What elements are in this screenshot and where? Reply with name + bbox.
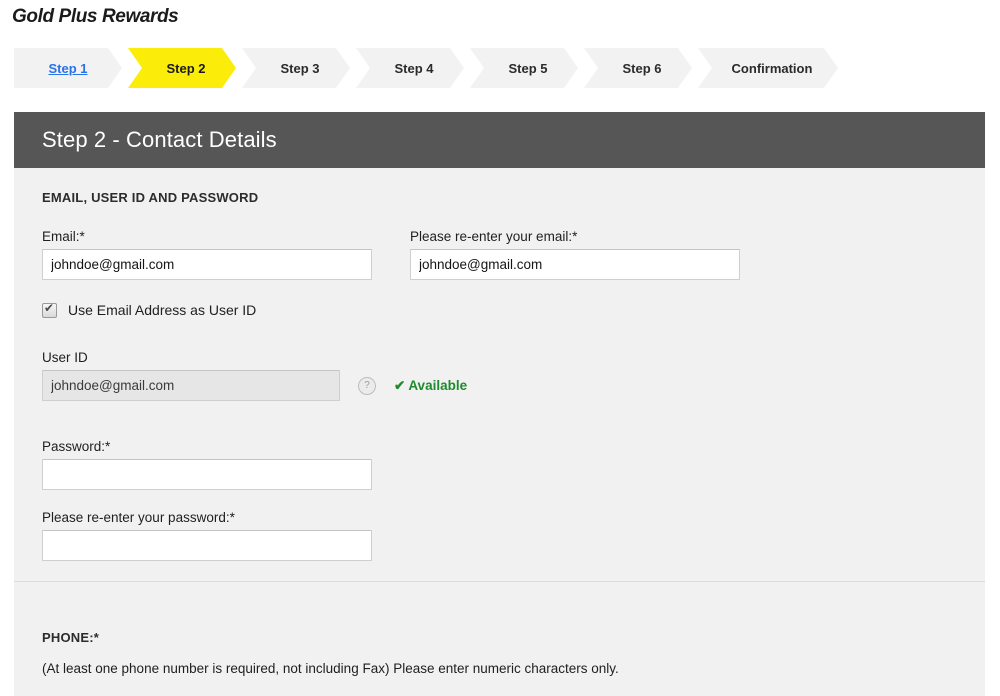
step-nav-item-5[interactable]: Step 5 (470, 48, 578, 88)
phone-section: PHONE:* (At least one phone number is re… (14, 581, 985, 696)
panel-header-title: Step 2 - Contact Details (14, 112, 985, 168)
user-id-group: User ID ? ✔Available (42, 350, 985, 401)
step-nav-label: Step 3 (280, 60, 320, 76)
password-confirm-input[interactable] (42, 530, 372, 561)
step-nav-item-confirmation[interactable]: Confirmation (698, 48, 838, 88)
step-nav-label: Step 4 (394, 60, 434, 76)
password-confirm-group: Please re-enter your password:* (42, 510, 985, 561)
user-id-availability-status: ✔ Available (394, 378, 467, 394)
user-id-line: ? ✔Available (42, 370, 985, 401)
password-confirm-label: Please re-enter your password:* (42, 510, 235, 525)
checkbox-checked-icon[interactable] (42, 301, 57, 318)
user-id-label: User ID (42, 350, 88, 365)
email-field-group: Email:* (42, 229, 390, 280)
question-mark-icon[interactable]: ? (358, 376, 376, 395)
step-nav-label: Step 2 (166, 60, 206, 76)
step-nav-item-1[interactable]: Step 1 (14, 48, 122, 88)
email-row: Email:* Please re-enter your email:* (42, 229, 985, 280)
password-label: Password:* (42, 439, 111, 454)
step-nav-item-3[interactable]: Step 3 (242, 48, 350, 88)
email-section: EMAIL, USER ID AND PASSWORD Email:* Plea… (14, 168, 985, 581)
email-input[interactable] (42, 249, 372, 280)
step-nav-label: Step 6 (622, 60, 662, 76)
step-nav-label: Confirmation (731, 60, 813, 76)
email-confirm-input[interactable] (410, 249, 740, 280)
availability-label: Available (408, 377, 468, 393)
panel-body: EMAIL, USER ID AND PASSWORD Email:* Plea… (14, 168, 985, 696)
step-nav-item-2[interactable]: Step 2 (128, 48, 236, 88)
email-confirm-field-group: Please re-enter your email:* (410, 229, 740, 280)
phone-section-note: (At least one phone number is required, … (42, 661, 619, 676)
password-group: Password:* (42, 439, 985, 490)
step-navigation: Step 1 Step 2 Step 3 Step 4 Step 5 Step … (0, 48, 1000, 88)
email-label: Email:* (42, 229, 85, 244)
step-nav-item-4[interactable]: Step 4 (356, 48, 464, 88)
use-email-as-userid-label: Use Email Address as User ID (68, 302, 257, 318)
email-confirm-label: Please re-enter your email:* (410, 229, 578, 244)
step-nav-label: Step 5 (508, 60, 548, 76)
user-id-input (42, 370, 340, 401)
step-nav-label: Step 1 (48, 60, 88, 76)
form-panel: Step 2 - Contact Details EMAIL, USER ID … (14, 112, 985, 696)
check-mark-icon: ✔ (394, 377, 406, 393)
brand-title: Gold Plus Rewards (12, 6, 179, 27)
phone-section-title: PHONE:* (42, 630, 100, 645)
email-section-title: EMAIL, USER ID AND PASSWORD (42, 190, 259, 205)
password-input[interactable] (42, 459, 372, 490)
use-email-as-userid-row[interactable]: Use Email Address as User ID (42, 301, 985, 318)
step-nav-item-6[interactable]: Step 6 (584, 48, 692, 88)
